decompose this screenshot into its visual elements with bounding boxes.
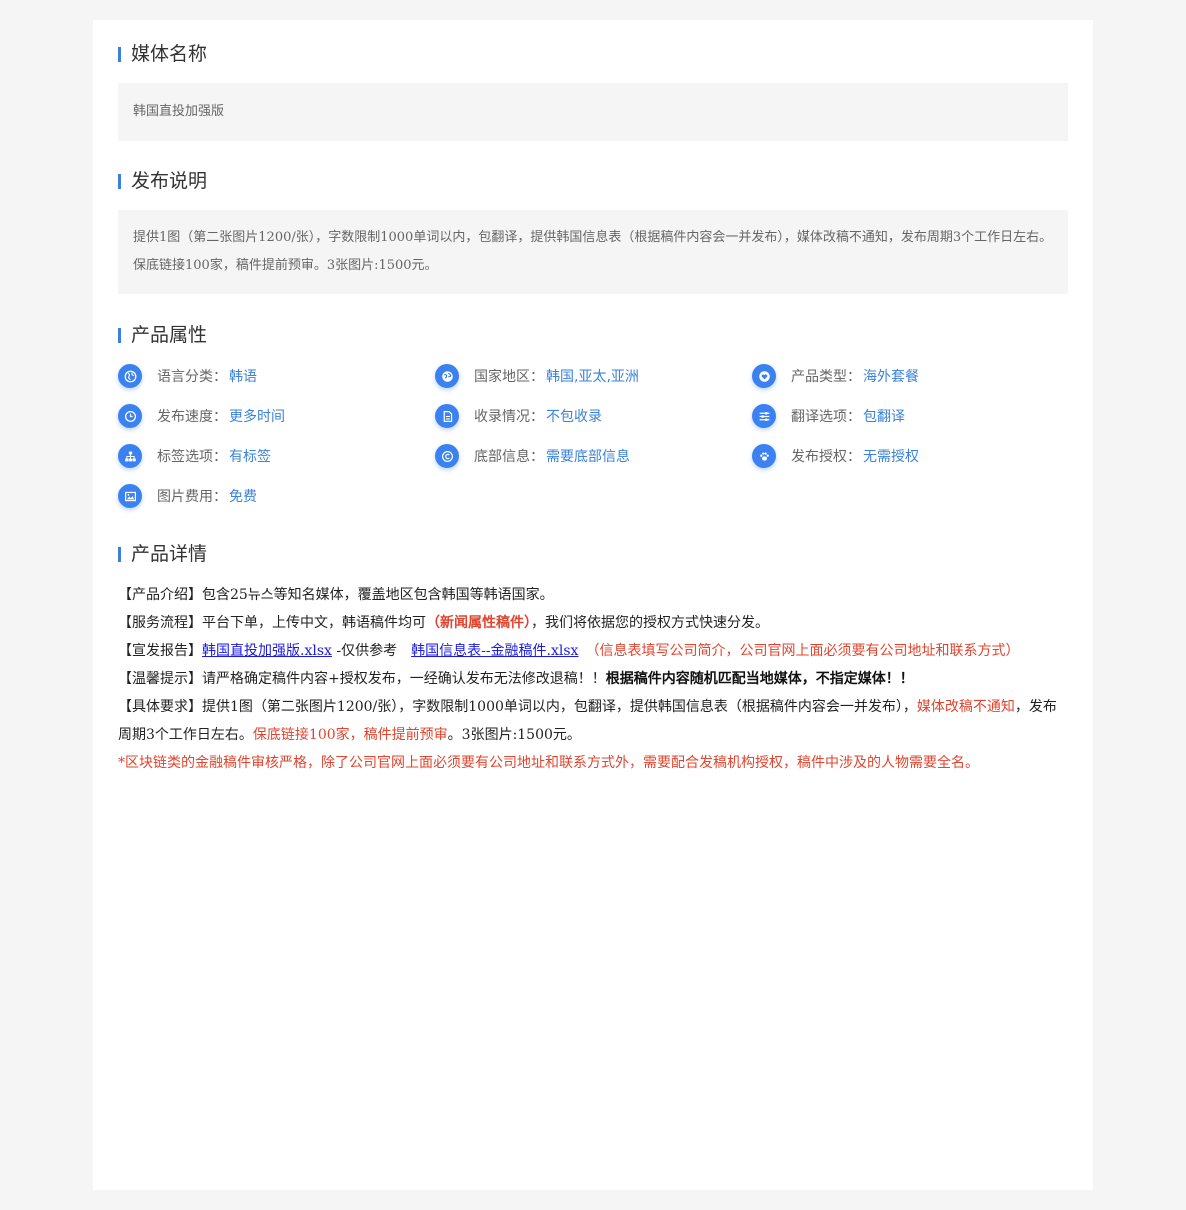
detail-red: 媒体改稿不通知: [916, 699, 1015, 715]
attr-value: 包翻译: [863, 409, 905, 425]
sitemap-icon: [118, 444, 142, 468]
product-card: 媒体名称 韩国直投加强版 发布说明 提供1图（第二张图片1200/张），字数限制…: [93, 20, 1093, 1190]
detail-text: 平台下单，上传中文，韩语稿件均可: [202, 615, 426, 631]
attr-label: 语言分类：: [157, 369, 227, 385]
attr-label: 发布速度：: [157, 409, 227, 425]
attr-label: 翻译选项：: [791, 409, 861, 425]
attr-label: 发布授权：: [791, 449, 861, 465]
attr-value: 韩国,亚太,亚洲: [546, 369, 639, 385]
attr-image-fee: 图片费用： 免费: [118, 484, 435, 508]
attr-value: 免费: [229, 489, 257, 505]
attr-label: 收录情况：: [474, 409, 544, 425]
attr-value: 韩语: [229, 369, 257, 385]
attr-label: 产品类型：: [791, 369, 861, 385]
detail-requirements: 【具体要求】提供1图（第二张图片1200/张），字数限制1000单词以内，包翻译…: [118, 693, 1068, 749]
detail-red: 保底链接100家，稿件提前预审: [252, 727, 448, 743]
attr-value: 海外套餐: [863, 369, 919, 385]
paw-icon: [752, 444, 776, 468]
detail-text: 请严格确定稿件内容+授权发布，一经确认发布无法修改退稿！！: [202, 671, 606, 687]
attr-footer-info: 底部信息： 需要底部信息: [435, 444, 752, 468]
detail-note: （信息表填写公司简介，公司官网上面必须要有公司地址和联系方式）: [578, 643, 1020, 659]
globe-icon: [118, 364, 142, 388]
attr-value: 需要底部信息: [546, 449, 630, 465]
document-icon: [435, 404, 459, 428]
detail-label: 【服务流程】: [118, 615, 202, 631]
image-icon: [118, 484, 142, 508]
attr-value: 有标签: [229, 449, 271, 465]
attr-indexing: 收录情况： 不包收录: [435, 404, 752, 428]
copyright-icon: [435, 444, 459, 468]
attr-region: 国家地区： 韩国,亚太,亚洲: [435, 364, 752, 388]
media-name-title: 媒体名称: [118, 42, 1068, 66]
detail-label: 【具体要求】: [118, 699, 202, 715]
attr-language: 语言分类： 韩语: [118, 364, 435, 388]
detail-text: 。3张图片:1500元。: [447, 727, 581, 743]
detail-text: ，我们将依据您的授权方式快速分发。: [531, 615, 769, 631]
attr-label: 国家地区：: [474, 369, 544, 385]
attr-value: 不包收录: [546, 409, 602, 425]
attr-tags: 标签选项： 有标签: [118, 444, 435, 468]
attrs-title: 产品属性: [118, 323, 1068, 347]
heart-icon: [752, 364, 776, 388]
detail-label: 【温馨提示】: [118, 671, 202, 687]
publish-desc-title: 发布说明: [118, 169, 1068, 193]
detail-report: 【宣发报告】韩国直投加强版.xlsx -仅供参考 韩国信息表--金融稿件.xls…: [118, 637, 1068, 665]
media-name-value: 韩国直投加强版: [118, 83, 1068, 141]
attr-value: 无需授权: [863, 449, 919, 465]
product-details: 【产品介绍】包含25뉴스等知名媒体，覆盖地区包含韩国等韩语国家。 【服务流程】平…: [118, 581, 1068, 777]
attr-label: 标签选项：: [157, 449, 227, 465]
attribute-grid: 语言分类： 韩语 国家地区： 韩国,亚太,亚洲 产品类型： 海外套餐 发布速度：…: [118, 364, 1068, 508]
attr-value: 更多时间: [229, 409, 285, 425]
report-download-link[interactable]: 韩国直投加强版.xlsx: [202, 643, 332, 659]
attr-authorization: 发布授权： 无需授权: [752, 444, 1068, 468]
attr-product-type: 产品类型： 海外套餐: [752, 364, 1068, 388]
detail-tip: 【温馨提示】请严格确定稿件内容+授权发布，一经确认发布无法修改退稿！！根据稿件内…: [118, 665, 1068, 693]
details-title: 产品详情: [118, 542, 1068, 566]
detail-text: 提供1图（第二张图片1200/张），字数限制1000单词以内，包翻译，提供韩国信…: [202, 699, 917, 715]
sliders-icon: [752, 404, 776, 428]
attr-label: 图片费用：: [157, 489, 227, 505]
detail-label: 【产品介绍】: [118, 587, 202, 603]
detail-text: 包含25뉴스等知名媒体，覆盖地区包含韩国等韩语国家。: [202, 587, 554, 603]
detail-bold: 根据稿件内容随机匹配当地媒体，不指定媒体！！: [605, 671, 914, 687]
attr-label: 底部信息：: [474, 449, 544, 465]
detail-intro: 【产品介绍】包含25뉴스等知名媒体，覆盖地区包含韩国等韩语国家。: [118, 581, 1068, 609]
detail-warning: *区块链类的金融稿件审核严格，除了公司官网上面必须要有公司地址和联系方式外，需要…: [118, 755, 979, 771]
detail-highlight: （新闻属性稿件）: [426, 615, 531, 631]
detail-text: -仅供参考: [331, 643, 412, 659]
detail-label: 【宣发报告】: [118, 643, 202, 659]
detail-process: 【服务流程】平台下单，上传中文，韩语稿件均可（新闻属性稿件），我们将依据您的授权…: [118, 609, 1068, 637]
attr-translation: 翻译选项： 包翻译: [752, 404, 1068, 428]
clock-icon: [118, 404, 142, 428]
info-sheet-download-link[interactable]: 韩国信息表--金融稿件.xlsx: [411, 643, 578, 659]
earth-icon: [435, 364, 459, 388]
publish-desc-value: 提供1图（第二张图片1200/张），字数限制1000单词以内，包翻译，提供韩国信…: [118, 210, 1068, 294]
attr-speed: 发布速度： 更多时间: [118, 404, 435, 428]
